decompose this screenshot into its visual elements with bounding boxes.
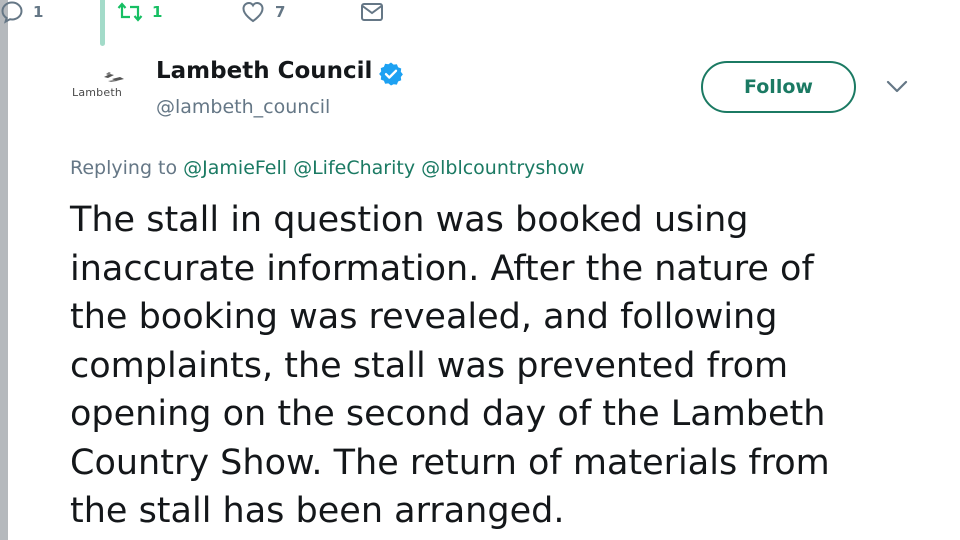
avatar-label: Lambeth	[72, 86, 123, 99]
reply-button[interactable]: 1	[0, 0, 43, 24]
retweet-count: 1	[152, 3, 163, 21]
tweet-page: 1 1 7 Lambeth Lambeth Council @lambeth_c…	[0, 0, 960, 540]
envelope-icon	[361, 3, 383, 21]
retweet-icon	[117, 2, 143, 22]
replying-to: Replying to @JamieFell @LifeCharity @lbl…	[70, 157, 585, 179]
chevron-down-icon[interactable]	[886, 80, 908, 94]
reply-icon	[1, 1, 23, 24]
user-handle[interactable]: @lambeth_council	[156, 96, 330, 118]
lambeth-logo-icon	[104, 72, 124, 82]
tweet-line: Country Show. The return of materials fr…	[70, 442, 830, 483]
display-name[interactable]: Lambeth Council	[156, 58, 372, 84]
retweet-button[interactable]: 1	[117, 0, 162, 24]
tweet-line: The stall in question was booked using	[70, 200, 749, 240]
thread-connector-line	[100, 0, 105, 46]
tweet-line: opening on the second day of the Lambeth	[70, 394, 826, 434]
mention-link[interactable]: @JamieFell	[183, 157, 287, 179]
mention-link[interactable]: @lblcountryshow	[421, 157, 584, 179]
verified-badge-icon	[379, 62, 403, 86]
tweet-line: the booking was revealed, and following	[70, 297, 778, 337]
tweet-line: the stall has been arranged.	[70, 491, 565, 531]
follow-button[interactable]: Follow	[701, 61, 856, 113]
like-count: 7	[275, 3, 286, 21]
avatar[interactable]: Lambeth	[68, 66, 132, 106]
window-edge	[0, 0, 8, 540]
reply-count: 1	[33, 3, 44, 21]
heart-icon	[242, 1, 264, 23]
replying-prefix: Replying to	[70, 157, 184, 179]
tweet-line: complaints, the stall was prevented from	[70, 345, 789, 386]
tweet-text: The stall in question was booked using i…	[70, 196, 930, 536]
like-button[interactable]: 7	[240, 0, 285, 24]
tweet-line: inaccurate information. After the nature…	[70, 248, 814, 289]
direct-message-button[interactable]	[360, 0, 384, 24]
mention-link[interactable]: @LifeCharity	[293, 157, 415, 179]
